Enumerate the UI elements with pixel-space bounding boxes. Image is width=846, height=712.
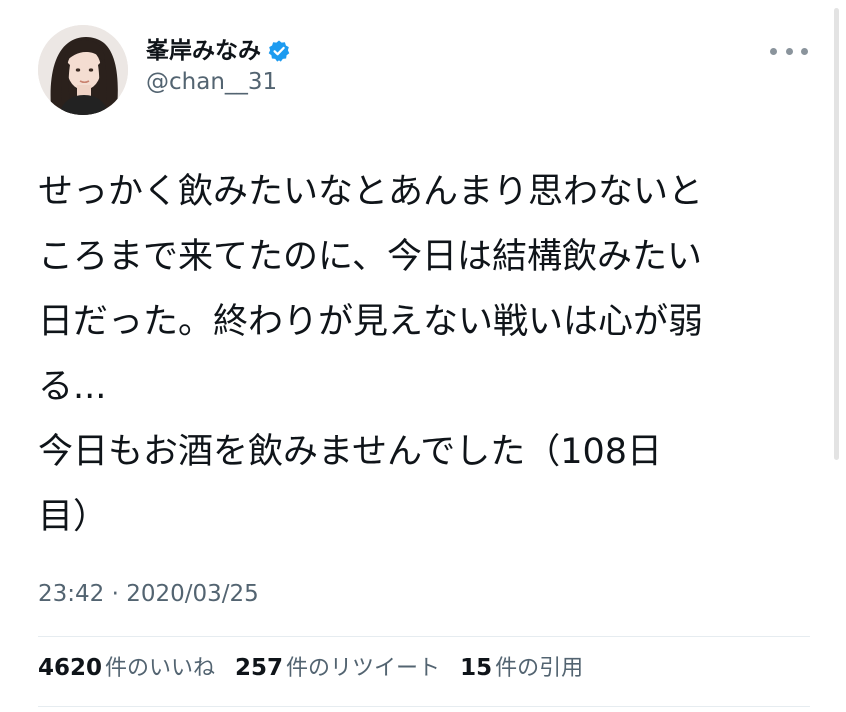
quotes-label: 件の引用: [495, 656, 584, 681]
tweet-line: ころまで来てたのに、今日は結構飲みたい: [38, 237, 702, 277]
more-options-icon[interactable]: [770, 41, 808, 61]
likes-stat[interactable]: 4620 件のいいね: [38, 657, 215, 680]
divider: [38, 636, 810, 637]
quotes-stat[interactable]: 15 件の引用: [460, 657, 583, 680]
tweet-line: 日だった。終わりが見えない戦いは心が弱: [38, 302, 704, 342]
tweet-line: る...: [38, 367, 107, 407]
engagement-stats: 4620 件のいいね 257 件のリツイート 15 件の引用: [38, 657, 603, 680]
author-name-row[interactable]: 峯岸みなみ: [146, 34, 291, 68]
likes-label: 件のいいね: [105, 656, 216, 681]
tweet-line: 今日もお酒を飲みませんでした（108日: [38, 432, 663, 472]
tweet-line: 目）: [38, 497, 109, 537]
user-handle[interactable]: @chan__31: [146, 71, 277, 94]
tweet-timestamp[interactable]: 23:42 · 2020/03/25: [38, 583, 259, 606]
profile-photo: [38, 25, 128, 115]
dot: [785, 47, 793, 55]
tweet-line: せっかく飲みたいなとあんまり思わないと: [38, 172, 704, 212]
avatar[interactable]: [38, 25, 128, 115]
verified-badge-icon: [267, 39, 291, 63]
quotes-count: 15: [460, 655, 493, 681]
scrollbar[interactable]: [834, 8, 839, 460]
divider: [38, 706, 810, 707]
dot: [801, 47, 808, 55]
tweet-text: せっかく飲みたいなとあんまり思わないと ころまで来てたのに、今日は結構飲みたい …: [38, 160, 808, 550]
dot: [770, 47, 777, 55]
likes-count: 4620: [38, 655, 103, 681]
display-name[interactable]: 峯岸みなみ: [146, 39, 261, 63]
retweets-stat[interactable]: 257 件のリツイート: [235, 657, 440, 680]
retweets-label: 件のリツイート: [286, 656, 441, 681]
retweets-count: 257: [235, 655, 284, 681]
